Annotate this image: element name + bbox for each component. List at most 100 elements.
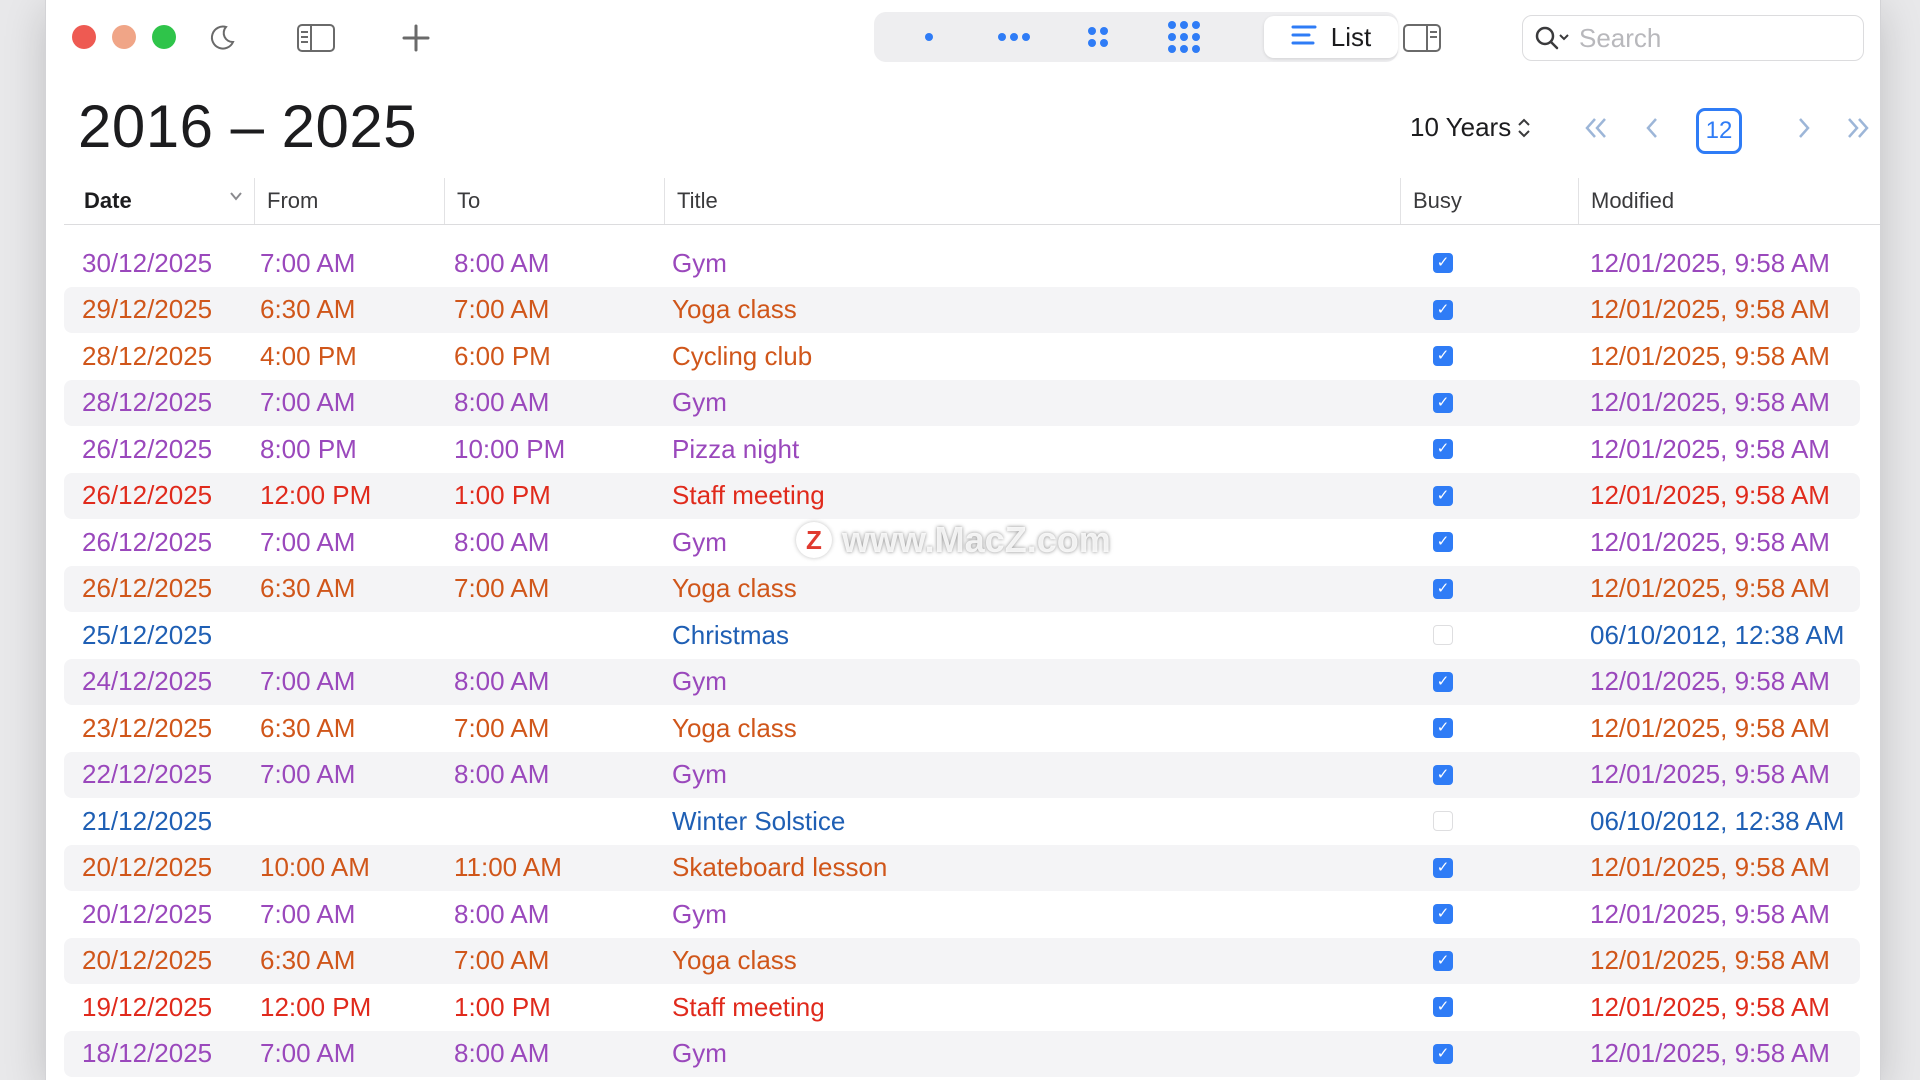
busy-checkbox[interactable]: ✓ (1433, 299, 1453, 320)
chevron-right-icon[interactable] (1784, 108, 1824, 148)
busy-checkbox[interactable]: ✓ (1433, 997, 1453, 1018)
row-title: Gym (672, 759, 727, 790)
row-modified: 12/01/2025, 9:58 AM (1590, 666, 1830, 697)
busy-checkbox-cell: ✓ (1432, 891, 1454, 938)
column-header-title[interactable]: Title (664, 178, 1355, 224)
row-from-time: 6:30 AM (260, 573, 356, 604)
row-to-time: 8:00 AM (454, 247, 550, 278)
row-title: Yoga class (672, 945, 797, 976)
row-title: Winter Solstice (672, 805, 846, 836)
inspector-toggle-icon[interactable] (1402, 22, 1442, 54)
row-date: 25/12/2025 (82, 619, 213, 650)
search-icon[interactable] (1533, 23, 1571, 53)
busy-checkbox-cell: ✓ (1432, 426, 1454, 473)
row-date: 20/12/2025 (82, 945, 213, 976)
busy-checkbox[interactable]: ✓ (1433, 718, 1453, 739)
close-window-button[interactable] (72, 25, 96, 49)
busy-checkbox-cell: ✓ (1432, 845, 1454, 892)
busy-checkbox-cell: ✓ (1432, 240, 1454, 287)
table-row[interactable]: 20/12/2025 6:30 AM 7:00 AM Yoga class ✓ 12/01… (64, 937, 1860, 984)
search-input[interactable] (1577, 21, 1851, 55)
table-row[interactable]: 26/12/2025 8:00 PM 10:00 PM Pizza night ✓ 12/… (64, 426, 1860, 473)
busy-checkbox[interactable]: ✓ (1433, 346, 1453, 367)
watermark: Z www.MacZ.com (796, 519, 1111, 561)
chevron-left-icon[interactable] (1632, 108, 1672, 148)
table-row[interactable]: 25/12/2025 Christmas 06/10/2012, 12:38 AM (64, 612, 1860, 659)
column-header-modified[interactable]: Modified (1578, 178, 1879, 224)
busy-checkbox-cell: ✓ (1432, 659, 1454, 706)
table-row[interactable]: 26/12/2025 12:00 PM 1:00 PM Staff meeting ✓ 1… (64, 472, 1860, 519)
busy-checkbox[interactable]: ✓ (1433, 904, 1453, 925)
table-row[interactable]: 18/12/2025 7:00 AM 8:00 AM Gym ✓ 12/01/2025, … (64, 1030, 1860, 1077)
busy-checkbox-cell: ✓ (1432, 566, 1454, 613)
table-row[interactable]: 26/12/2025 6:30 AM 7:00 AM Yoga class ✓ 12/01… (64, 565, 1860, 613)
busy-checkbox[interactable]: ✓ (1433, 764, 1453, 785)
table-row[interactable]: 29/12/2025 6:30 AM 7:00 AM Yoga class ✓ 12/01… (64, 286, 1860, 333)
table-row[interactable]: 20/12/2025 7:00 AM 8:00 AM Gym ✓ 12/01/2025, … (64, 891, 1860, 938)
page-title: 2016 – 2025 (78, 93, 418, 160)
busy-checkbox[interactable]: ✓ (1433, 253, 1453, 274)
month-view-icon[interactable] (1070, 12, 1126, 62)
maximize-window-button[interactable] (152, 25, 176, 49)
moon-icon[interactable] (204, 20, 240, 56)
busy-checkbox-cell: ✓ (1432, 380, 1454, 427)
row-date: 29/12/2025 (82, 294, 213, 325)
row-to-time: 7:00 AM (454, 712, 550, 743)
busy-checkbox[interactable]: ✓ (1433, 950, 1453, 971)
table-row[interactable]: 21/12/2025 Winter Solstice 06/10/2012, 12:… (64, 798, 1860, 845)
table-row[interactable]: 20/12/2025 10:00 AM 11:00 AM Skateboard les… (64, 844, 1860, 892)
busy-checkbox[interactable]: ✓ (1433, 532, 1453, 553)
table-row[interactable]: 24/12/2025 7:00 AM 8:00 AM Gym ✓ 12/01/2025, … (64, 658, 1860, 706)
column-header-busy[interactable]: Busy (1400, 178, 1579, 224)
table-row[interactable]: 28/12/2025 7:00 AM 8:00 AM Gym ✓ 12/01/2025, … (64, 379, 1860, 427)
busy-checkbox[interactable]: ✓ (1433, 671, 1453, 692)
row-title: Gym (672, 526, 727, 557)
table-row[interactable]: 19/12/2025 12:00 PM 1:00 PM Staff meeting ✓ 1… (64, 984, 1860, 1031)
minimize-window-button[interactable] (112, 25, 136, 49)
row-title: Yoga class (672, 294, 797, 325)
sidebar-toggle-icon[interactable] (296, 22, 336, 54)
week-view-icon[interactable] (984, 12, 1044, 62)
row-modified: 12/01/2025, 9:58 AM (1590, 526, 1830, 557)
busy-checkbox[interactable]: ✓ (1433, 439, 1453, 460)
watermark-text: www.MacZ.com (842, 519, 1111, 560)
column-header-title-label: Title (677, 188, 718, 213)
row-from-time: 7:00 AM (260, 898, 356, 929)
row-from-time: 6:30 AM (260, 294, 356, 325)
table-row[interactable]: 23/12/2025 6:30 AM 7:00 AM Yoga class ✓ 12/01… (64, 705, 1860, 752)
row-date: 21/12/2025 (82, 805, 213, 836)
double-chevron-left-icon[interactable] (1576, 108, 1616, 148)
busy-checkbox[interactable]: ✓ (1433, 578, 1453, 599)
column-header-to[interactable]: To (444, 178, 665, 224)
row-to-time: 11:00 AM (454, 852, 562, 883)
busy-checkbox-cell: ✓ (1432, 752, 1454, 799)
busy-checkbox[interactable]: ✓ (1433, 392, 1453, 413)
row-title: Cycling club (672, 340, 813, 371)
column-header-from[interactable]: From (254, 178, 445, 224)
busy-checkbox[interactable]: ✓ (1433, 485, 1453, 506)
year-view-icon[interactable] (1154, 12, 1214, 62)
table-row[interactable]: 30/12/2025 7:00 AM 8:00 AM Gym ✓ 12/01/2025, … (64, 240, 1860, 287)
table-header: Date From To Title Busy Modified (64, 178, 1880, 225)
day-view-icon[interactable] (904, 12, 954, 62)
table-row[interactable]: 22/12/2025 7:00 AM 8:00 AM Gym ✓ 12/01/2025, … (64, 751, 1860, 799)
today-button[interactable]: 12 (1696, 108, 1742, 154)
column-header-date[interactable]: Date (64, 178, 250, 224)
row-from-time: 4:00 PM (260, 340, 357, 371)
double-chevron-right-icon[interactable] (1838, 108, 1878, 148)
row-modified: 12/01/2025, 9:58 AM (1590, 387, 1830, 418)
list-view-button[interactable]: List (1264, 16, 1398, 58)
row-title: Yoga class (672, 573, 797, 604)
row-title: Gym (672, 898, 727, 929)
busy-checkbox[interactable] (1433, 625, 1453, 646)
busy-checkbox[interactable] (1433, 811, 1453, 832)
row-title: Staff meeting (672, 991, 825, 1022)
busy-checkbox[interactable]: ✓ (1433, 857, 1453, 878)
row-title: Christmas (672, 619, 790, 650)
busy-checkbox[interactable]: ✓ (1433, 1043, 1453, 1064)
table-row[interactable]: 28/12/2025 4:00 PM 6:00 PM Cycling club ✓ 12/… (64, 333, 1860, 380)
search-field[interactable] (1522, 15, 1864, 61)
range-select[interactable]: 10 Years (1410, 112, 1531, 143)
busy-checkbox-cell: ✓ (1432, 984, 1454, 1031)
add-event-button[interactable] (398, 18, 434, 58)
